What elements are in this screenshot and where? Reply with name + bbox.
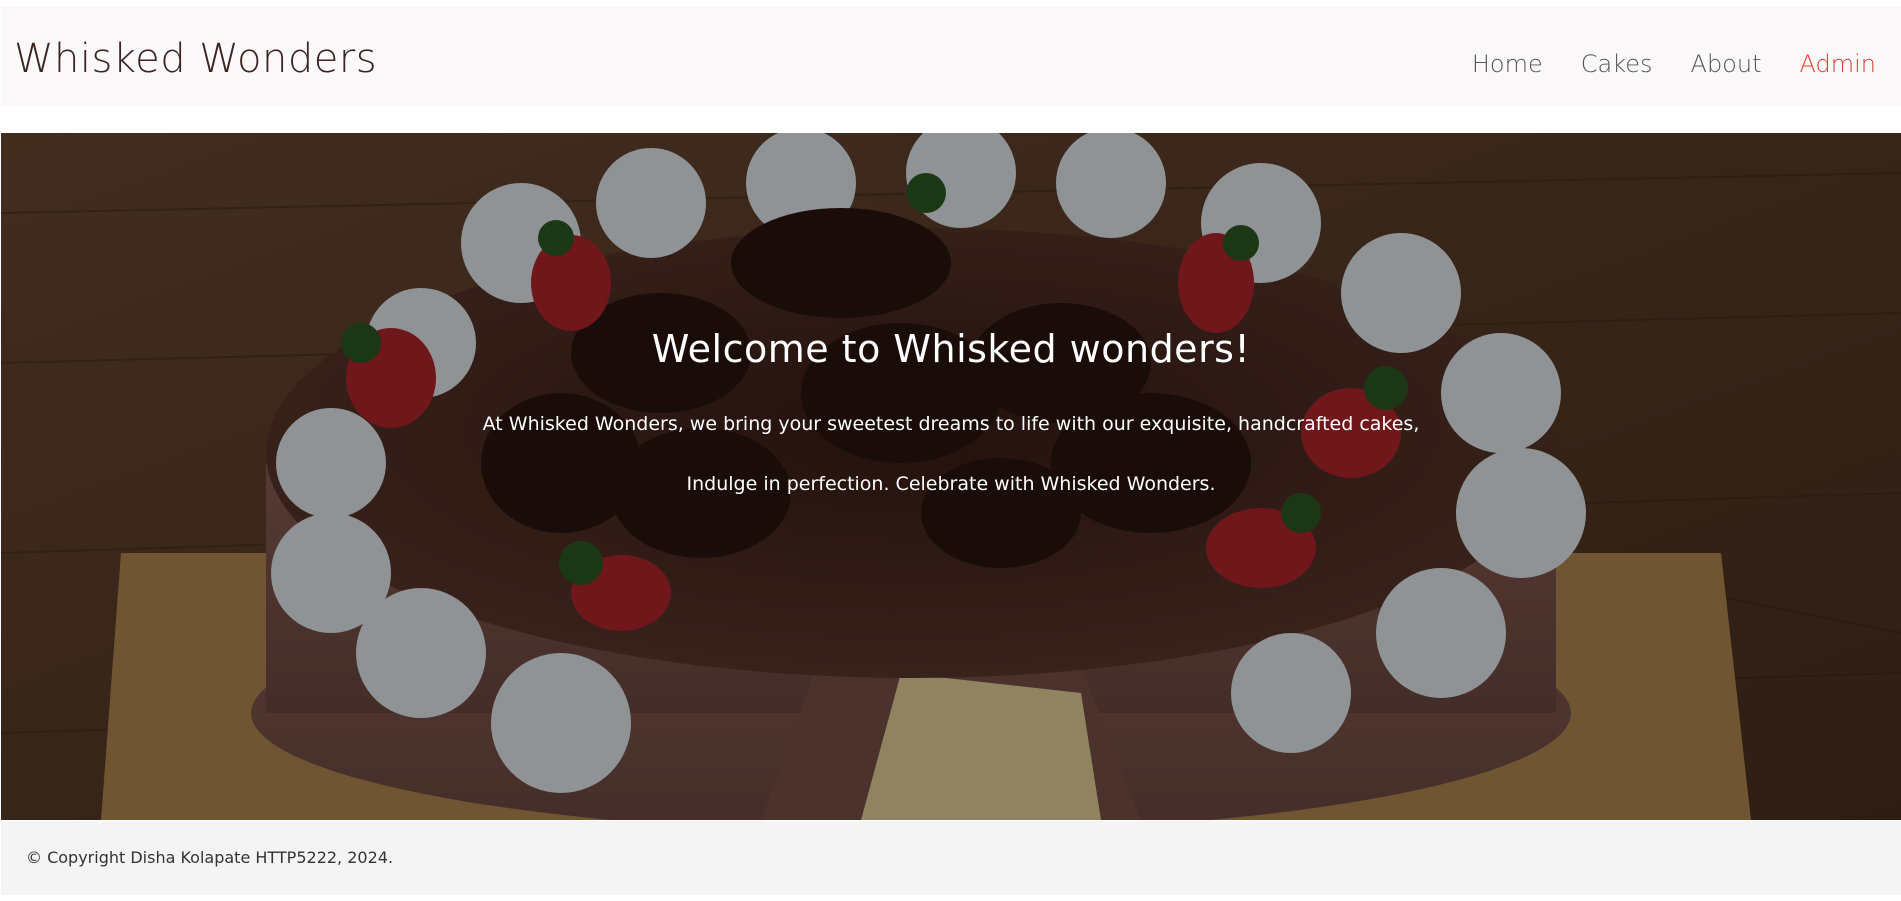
hero-title: Welcome to Whisked wonders!: [651, 327, 1251, 371]
nav-home[interactable]: Home: [1472, 50, 1543, 78]
site-brand[interactable]: Whisked Wonders: [14, 36, 377, 82]
copyright-text: © Copyright Disha Kolapate HTTP5222, 202…: [26, 848, 394, 867]
site-footer: © Copyright Disha Kolapate HTTP5222, 202…: [1, 821, 1901, 895]
nav-cakes[interactable]: Cakes: [1581, 50, 1653, 78]
site-header: Whisked Wonders Home Cakes About Admin: [1, 7, 1901, 106]
page: Whisked Wonders Home Cakes About Admin W…: [0, 0, 1901, 901]
hero-text-line-1: At Whisked Wonders, we bring your sweete…: [482, 413, 1420, 435]
nav-admin[interactable]: Admin: [1800, 50, 1877, 78]
main-nav: Home Cakes About Admin: [1434, 50, 1876, 78]
hero-banner: Welcome to Whisked wonders! At Whisked W…: [1, 133, 1901, 820]
hero-text-line-2: Indulge in perfection. Celebrate with Wh…: [686, 473, 1216, 495]
nav-about[interactable]: About: [1691, 50, 1762, 78]
